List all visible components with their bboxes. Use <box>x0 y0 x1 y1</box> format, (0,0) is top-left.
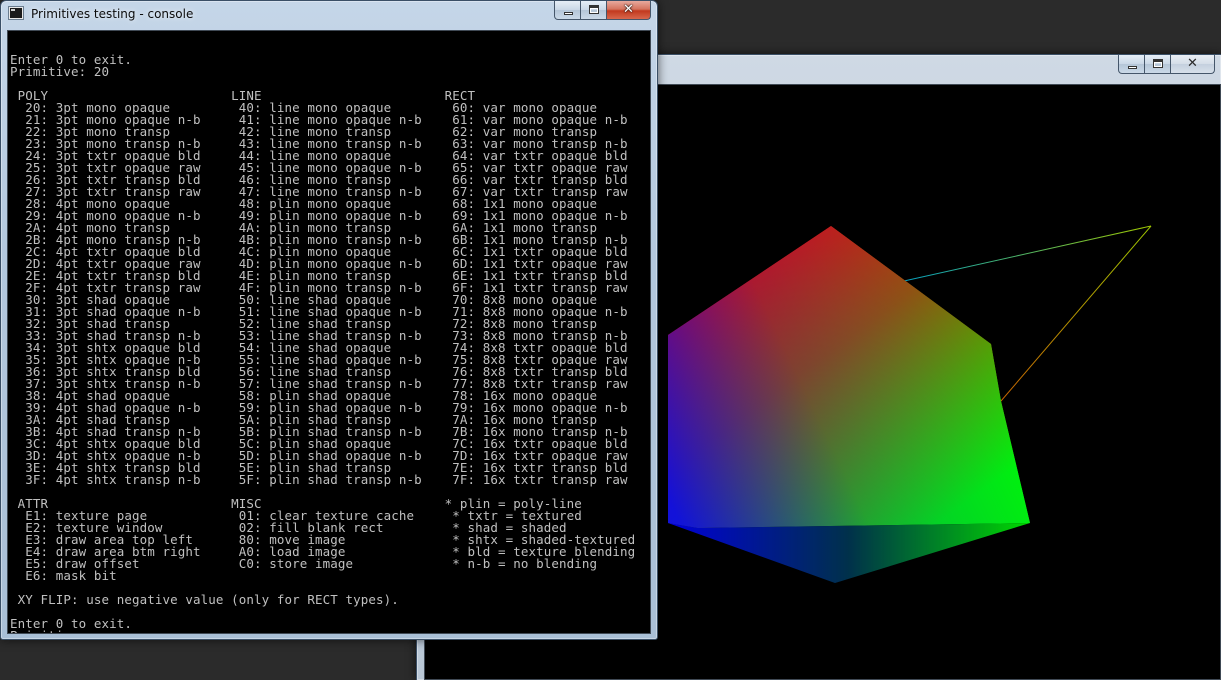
console-line: XY FLIP: use negative value (only for RE… <box>10 592 399 607</box>
console-window-caption-buttons: ✕ <box>554 1 651 21</box>
minimize-icon <box>564 12 573 15</box>
console-line: Primitive: 20 <box>10 64 110 79</box>
console-window: Primitives testing - console ✕ Enter 0 t… <box>0 0 658 640</box>
render-maximize-button[interactable] <box>1145 55 1171 74</box>
console-line: E6: mask bit <box>10 568 117 583</box>
console-app-icon[interactable] <box>9 7 23 19</box>
pyramid-front-face-blue <box>668 226 1030 528</box>
maximize-icon <box>589 5 599 14</box>
console-window-titlebar[interactable]: Primitives testing - console ✕ <box>1 1 657 27</box>
close-icon: ✕ <box>623 2 634 17</box>
console-line: Enter 0 to exit. <box>10 616 133 631</box>
close-icon: ✕ <box>1187 56 1198 71</box>
render-minimize-button[interactable] <box>1118 55 1145 74</box>
line-primitive-right <box>1000 225 1152 402</box>
render-window-caption-buttons: ✕ <box>1118 55 1215 75</box>
console-text: Enter 0 to exit. Primitive: 20 POLY LINE … <box>10 42 635 633</box>
console-maximize-button[interactable] <box>581 1 607 20</box>
pyramid-bottom-shade <box>668 523 1030 583</box>
console-window-title: Primitives testing - console <box>31 7 194 21</box>
console-line: 3F: 4pt shtx transp n-b 5F: plin shad tr… <box>10 472 628 487</box>
console-close-button[interactable]: ✕ <box>607 1 651 20</box>
console-minimize-button[interactable] <box>554 1 581 20</box>
minimize-icon <box>1128 66 1137 69</box>
maximize-icon <box>1153 59 1163 68</box>
line-primitive-top <box>894 225 1152 284</box>
console-output[interactable]: Enter 0 to exit. Primitive: 20 POLY LINE … <box>7 30 651 634</box>
render-close-button[interactable]: ✕ <box>1171 55 1215 74</box>
